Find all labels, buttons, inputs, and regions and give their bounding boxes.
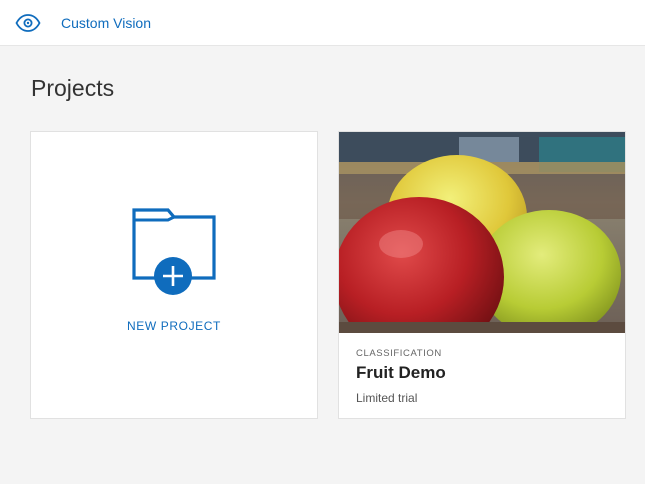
project-thumbnail bbox=[339, 132, 625, 333]
project-name: Fruit Demo bbox=[356, 363, 446, 382]
apples-photo bbox=[339, 132, 625, 333]
app-title-link[interactable]: Custom Vision bbox=[61, 15, 151, 31]
project-card[interactable]: CLASSIFICATION Fruit Demo Limited trial bbox=[338, 131, 626, 419]
top-bar: Custom Vision bbox=[0, 0, 645, 46]
new-project-label: NEW PROJECT bbox=[127, 319, 221, 333]
project-type: CLASSIFICATION bbox=[356, 348, 442, 359]
folder-plus-icon bbox=[132, 208, 216, 295]
eye-icon[interactable] bbox=[14, 12, 42, 34]
project-subtitle: Limited trial bbox=[356, 391, 418, 405]
page-title: Projects bbox=[31, 75, 115, 101]
new-project-card[interactable]: NEW PROJECT bbox=[30, 131, 318, 419]
